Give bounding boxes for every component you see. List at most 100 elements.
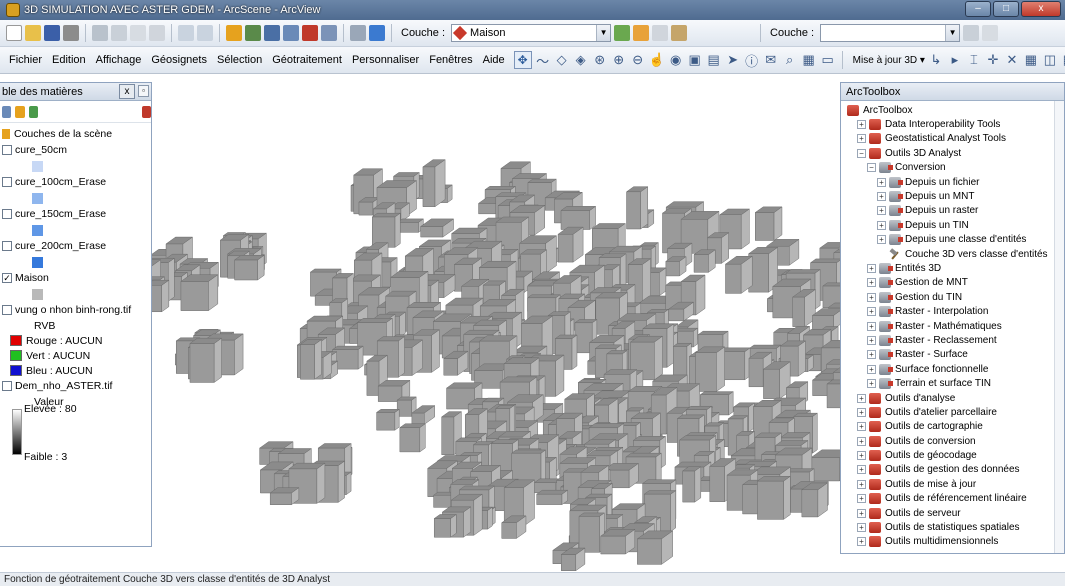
building-block[interactable]	[371, 212, 401, 248]
undo-icon[interactable]	[178, 25, 194, 41]
building-block[interactable]	[756, 475, 792, 520]
toc-autohide-button[interactable]: ▫	[138, 85, 149, 97]
layer-visibility-checkbox[interactable]	[2, 241, 12, 251]
cut-icon[interactable]	[92, 25, 108, 41]
redo-icon[interactable]	[197, 25, 213, 41]
layer-symbol-swatch[interactable]	[32, 224, 43, 236]
save-icon[interactable]	[44, 25, 60, 41]
toolbox-tree-item[interactable]: + Depuis une classe d'entités	[841, 233, 1055, 247]
menu-personnaliser[interactable]: Personnaliser	[347, 54, 424, 66]
navigate-icon[interactable]: ✥	[513, 51, 532, 69]
chevron-down-icon[interactable]: ▼	[596, 25, 611, 41]
expand-icon[interactable]: +	[857, 422, 866, 432]
menu-fenetres[interactable]: Fenêtres	[424, 54, 477, 66]
list-by-visibility-icon[interactable]	[28, 105, 38, 118]
building-block[interactable]	[747, 246, 779, 293]
layout-icon[interactable]: ▭	[820, 52, 836, 68]
layer-visibility-checkbox[interactable]	[2, 145, 12, 155]
building-block[interactable]	[754, 206, 783, 241]
catalog-window-icon[interactable]	[264, 25, 280, 41]
toc-layer-row[interactable]: cure_100cm_Erase	[2, 174, 149, 190]
delete-icon[interactable]	[149, 25, 165, 41]
building-block[interactable]	[419, 218, 455, 238]
expand-icon[interactable]: +	[867, 278, 876, 288]
toolbox-tree-item[interactable]: + Data Interoperability Tools	[841, 117, 1055, 131]
expand-icon[interactable]: +	[867, 292, 876, 302]
copy-icon[interactable]	[111, 25, 127, 41]
building-block[interactable]	[557, 226, 584, 263]
red-band-swatch[interactable]	[10, 335, 22, 346]
toolbox-tree-item[interactable]: + Outils de référencement linéaire	[841, 492, 1055, 506]
layer-visibility-checkbox[interactable]: ✓	[2, 273, 12, 283]
building-block[interactable]	[189, 337, 223, 383]
building-block[interactable]	[233, 254, 265, 281]
collapse-icon[interactable]: −	[857, 148, 866, 158]
attributes-icon[interactable]: ▦	[1023, 52, 1039, 68]
building-block[interactable]	[578, 512, 606, 553]
measure-icon[interactable]: ▦	[801, 52, 817, 68]
expand-icon[interactable]: +	[857, 436, 866, 446]
toolbox-tree-item[interactable]: + Raster - Surface	[841, 348, 1055, 362]
toc-layer-row[interactable]: ✓ Maison	[2, 270, 149, 286]
toolbox-tree-item[interactable]: + Outils de géocodage	[841, 448, 1055, 462]
blue-band-swatch[interactable]	[10, 365, 22, 376]
expand-icon[interactable]: +	[857, 465, 866, 475]
building-block[interactable]	[535, 489, 569, 506]
toolbox-tree-item[interactable]: + Outils de cartographie	[841, 420, 1055, 434]
toolbox-tree-item[interactable]: − Outils 3D Analyst	[841, 146, 1055, 160]
building-block[interactable]	[791, 288, 817, 328]
toc-layer-row[interactable]: cure_200cm_Erase	[2, 238, 149, 254]
layer-visibility-checkbox[interactable]	[2, 177, 12, 187]
toolbox-tree-item[interactable]: + Depuis un TIN	[841, 218, 1055, 232]
expand-icon[interactable]: +	[867, 307, 876, 317]
list-by-source-icon[interactable]	[15, 105, 25, 118]
edit-vertex-icon[interactable]: ↳	[928, 52, 944, 68]
edit-arrow-icon[interactable]: ▸	[947, 52, 963, 68]
arctoolbox-scrollbar[interactable]	[1054, 101, 1064, 553]
zoom-in-icon[interactable]: ⊕	[611, 52, 627, 68]
menu-aide[interactable]: Aide	[478, 54, 510, 66]
pan-icon[interactable]: ☝	[649, 52, 665, 68]
target-center-icon[interactable]: ◇	[554, 52, 570, 68]
building-block[interactable]	[299, 339, 323, 380]
toolbox-tree-item[interactable]: + Outils de serveur	[841, 506, 1055, 520]
building-block[interactable]	[422, 159, 446, 208]
chevron-down-icon[interactable]: ▼	[945, 25, 960, 41]
toolbox-tree-item[interactable]: + Gestion de MNT	[841, 276, 1055, 290]
fly-icon[interactable]: 〜	[535, 51, 551, 70]
building-block[interactable]	[636, 530, 674, 565]
layer-visibility-checkbox[interactable]	[2, 381, 12, 391]
toc-window-icon[interactable]	[283, 25, 299, 41]
zoom-to-target-icon[interactable]: ◈	[573, 52, 589, 68]
find-icon[interactable]: ⌕	[782, 52, 798, 68]
graph-icon[interactable]	[982, 25, 999, 41]
toolbox-tree-item[interactable]: + Depuis un raster	[841, 204, 1055, 218]
expand-icon[interactable]: +	[857, 407, 866, 417]
layer-symbol-swatch[interactable]	[32, 288, 43, 300]
html-popup-icon[interactable]: ✉	[763, 52, 779, 68]
building-block[interactable]	[269, 487, 300, 506]
toc-layer-row[interactable]: cure_150cm_Erase	[2, 206, 149, 222]
toolbox-tree-item[interactable]: + Surface fonctionnelle	[841, 362, 1055, 376]
narrow-fov-icon[interactable]: ▣	[687, 52, 703, 68]
green-band-swatch[interactable]	[10, 350, 22, 361]
expand-icon[interactable]: +	[867, 350, 876, 360]
sketch-icon[interactable]: ◫	[1042, 52, 1058, 68]
toolbox-tree-item[interactable]: + Geostatistical Analyst Tools	[841, 132, 1055, 146]
python-window-icon[interactable]	[321, 25, 337, 41]
scene-properties-icon[interactable]	[245, 25, 261, 41]
toolbox-tree-item[interactable]: + Raster - Reclassement	[841, 333, 1055, 347]
layer-symbol-swatch[interactable]	[32, 160, 43, 172]
expand-icon[interactable]: +	[867, 364, 876, 374]
building-block[interactable]	[681, 466, 702, 503]
expand-icon[interactable]: +	[857, 479, 866, 489]
shading-icon[interactable]	[671, 25, 688, 41]
toolbox-tree-item[interactable]: + Raster - Mathématiques	[841, 319, 1055, 333]
expand-icon[interactable]: +	[857, 494, 866, 504]
new-document-icon[interactable]	[6, 25, 22, 41]
menu-selection[interactable]: Sélection	[212, 54, 267, 66]
maximize-button[interactable]: □	[993, 1, 1019, 17]
arcscene-app-icon[interactable]	[6, 3, 20, 17]
split-icon[interactable]: ⌶	[966, 52, 982, 68]
building-block[interactable]	[693, 249, 716, 273]
